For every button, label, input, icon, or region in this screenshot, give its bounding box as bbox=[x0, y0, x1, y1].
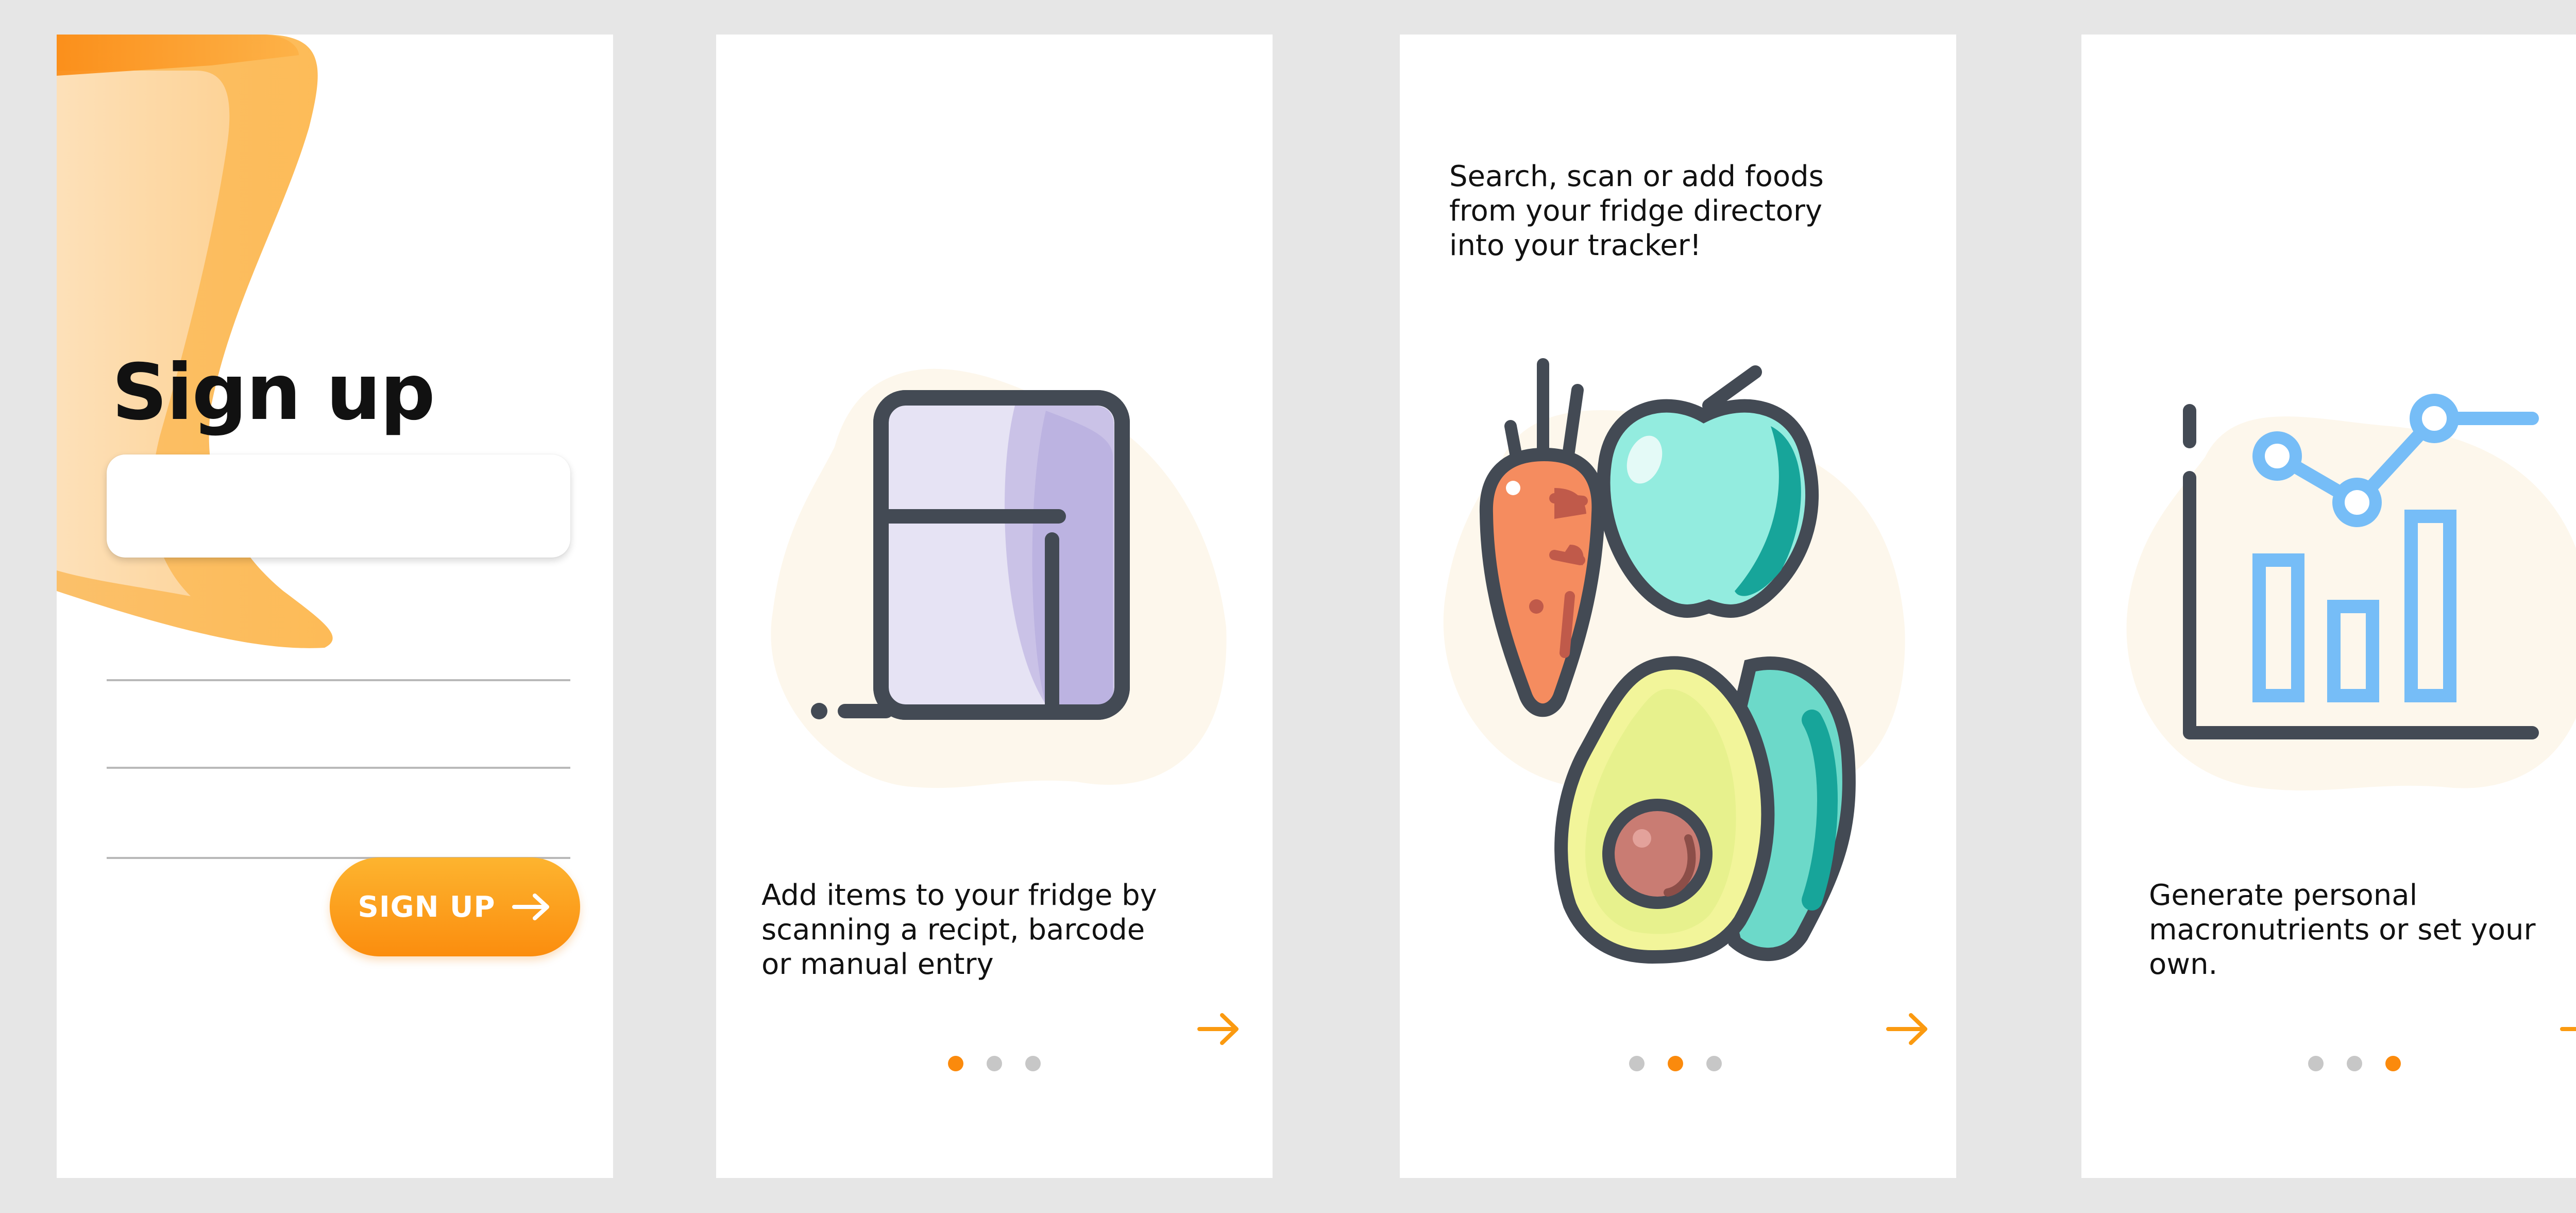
password-field[interactable] bbox=[107, 722, 570, 769]
page-dot-1[interactable] bbox=[1629, 1056, 1645, 1071]
page-indicator bbox=[948, 1056, 1041, 1071]
name-field[interactable] bbox=[107, 454, 570, 558]
arrow-right-icon bbox=[512, 894, 549, 920]
page-dot-3[interactable] bbox=[1025, 1056, 1041, 1071]
page-title: Sign up bbox=[112, 348, 435, 437]
onboarding-macros-screen: Generate personal macronutrients or set … bbox=[2081, 35, 2576, 1178]
page-indicator bbox=[1629, 1056, 1722, 1071]
onboarding-foods-screen: Search, scan or add foods from your frid… bbox=[1400, 35, 1956, 1178]
page-dot-3[interactable] bbox=[1706, 1056, 1722, 1071]
chart-icon bbox=[2126, 394, 2576, 791]
onboarding-fridge-screen: Add items to your fridge by scanning a r… bbox=[716, 35, 1273, 1178]
signup-screen: Sign up SIGN UP bbox=[57, 35, 613, 1178]
onboarding-caption: Generate personal macronutrients or set … bbox=[2149, 879, 2536, 981]
onboarding-caption: Add items to your fridge by scanning a r… bbox=[761, 879, 1157, 981]
page-dot-2[interactable] bbox=[1668, 1056, 1683, 1071]
page-dot-2[interactable] bbox=[2347, 1056, 2362, 1071]
page-indicator bbox=[2308, 1056, 2401, 1071]
page-dot-2[interactable] bbox=[987, 1056, 1002, 1071]
sign-up-button[interactable]: SIGN UP bbox=[330, 857, 580, 956]
page-dot-3[interactable] bbox=[2385, 1056, 2401, 1071]
confirm-password-field[interactable] bbox=[107, 813, 570, 859]
fridge-icon bbox=[771, 368, 1227, 788]
next-arrow-icon[interactable] bbox=[2558, 1006, 2576, 1052]
page-dot-1[interactable] bbox=[948, 1056, 963, 1071]
fruit-vegetables-icon bbox=[1443, 358, 1905, 964]
page-dot-1[interactable] bbox=[2308, 1056, 2324, 1071]
next-arrow-icon[interactable] bbox=[1195, 1006, 1242, 1052]
next-arrow-icon[interactable] bbox=[1884, 1006, 1930, 1052]
sign-up-button-label: SIGN UP bbox=[358, 890, 496, 924]
email-field[interactable] bbox=[107, 635, 570, 681]
